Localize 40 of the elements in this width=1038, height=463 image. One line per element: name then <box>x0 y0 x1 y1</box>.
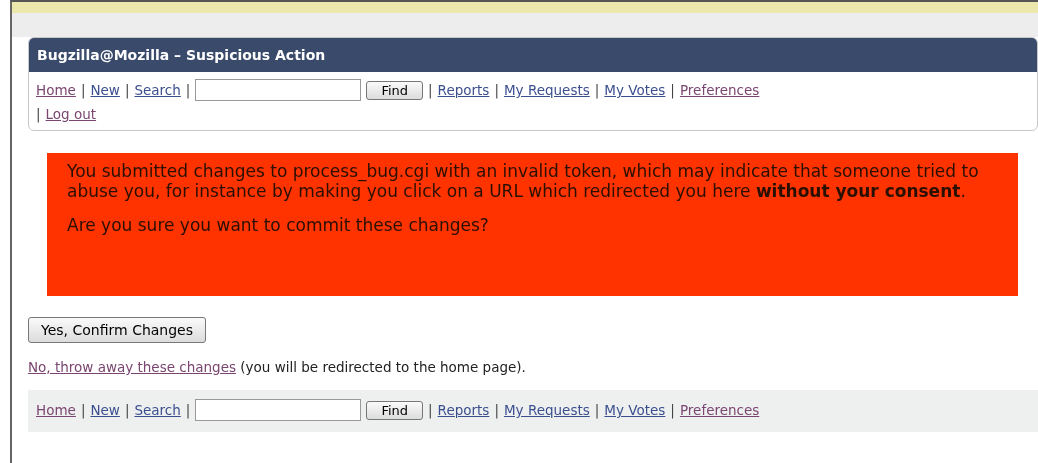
separator: | <box>80 402 86 418</box>
warning-text: You submitted changes to process_bug.cgi with an invalid token, which may indicate that someone tried to abuse you, for instance by making you click on a URL which redirected you here without your consent. <box>67 161 980 201</box>
nav-link[interactable]: New <box>90 402 120 418</box>
separator: | <box>80 82 86 98</box>
separator: | <box>36 106 41 122</box>
nav-link[interactable]: Search <box>134 402 181 418</box>
separator: | <box>124 402 130 418</box>
nav-link[interactable]: Preferences <box>679 82 760 98</box>
page-title: Bugzilla@Mozilla – Suspicious Action <box>29 38 1037 72</box>
separator: | <box>124 82 130 98</box>
confirm-button[interactable]: Yes, Confirm Changes <box>28 317 207 343</box>
separator: | <box>594 402 600 418</box>
separator: | <box>428 82 433 98</box>
nav-link[interactable]: Search <box>134 82 181 98</box>
nav-link[interactable]: My Requests <box>503 402 590 418</box>
nav-link[interactable]: Home <box>36 402 76 418</box>
redirect-note: (you will be redirected to the home page). <box>240 359 526 375</box>
search-field[interactable] <box>195 399 362 421</box>
warning-text: Are you sure you want to commit these changes? <box>67 215 490 235</box>
nav-link[interactable]: Preferences <box>679 402 760 418</box>
nav-link[interactable]: Reports <box>437 82 490 98</box>
separator: | <box>670 82 675 98</box>
nav-link[interactable]: New <box>90 82 120 98</box>
nav-link[interactable]: My Requests <box>503 82 590 98</box>
separator: | <box>494 82 499 98</box>
nav-link[interactable]: Log out <box>45 106 97 122</box>
find-button[interactable]: Find <box>366 400 424 420</box>
nav-link[interactable]: My Votes <box>604 402 666 418</box>
separator: | <box>670 402 675 418</box>
nav-link[interactable]: Home <box>36 82 76 98</box>
separator: | <box>594 82 600 98</box>
search-field[interactable] <box>195 79 362 101</box>
separator: | <box>428 402 433 418</box>
separator: | <box>185 82 191 98</box>
separator: | <box>494 402 499 418</box>
nav-link[interactable]: Reports <box>437 402 490 418</box>
nav-link[interactable]: My Votes <box>604 82 666 98</box>
separator: | <box>185 402 191 418</box>
find-button[interactable]: Find <box>366 80 424 100</box>
discard-link[interactable]: No, throw away these changes <box>28 359 236 375</box>
